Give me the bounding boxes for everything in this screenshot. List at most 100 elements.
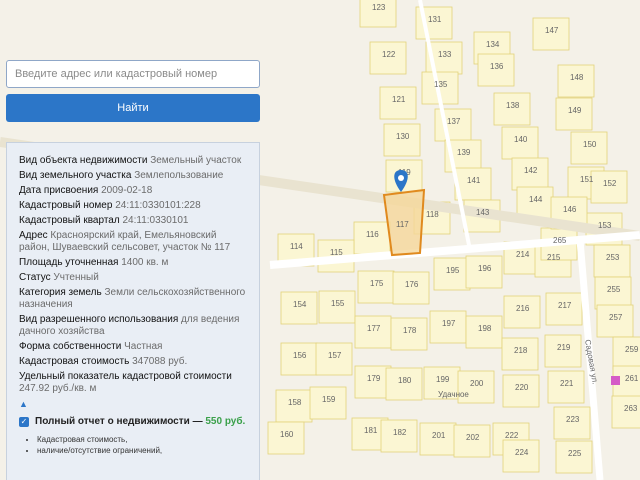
plot-number-label: 202 (466, 433, 480, 442)
street-label: Удачное (438, 390, 469, 399)
plot-number-label: 219 (557, 343, 571, 352)
row-permitted-use: Вид разрешенного использования для веден… (19, 314, 249, 338)
plot-number-label: 141 (467, 176, 481, 185)
address-value: Красноярский край, Емельяновский район, … (19, 230, 231, 253)
plot-number-label: 218 (514, 346, 528, 355)
row-object-type: Вид объекта недвижимости Земельный участ… (19, 155, 249, 167)
plot-number-label: 221 (560, 379, 574, 388)
object-type-value: Земельный участок (150, 155, 242, 166)
plot-number-label: 139 (457, 148, 471, 157)
cad-block-key: Кадастровый квартал (19, 215, 120, 226)
plot-number-label: 153 (598, 221, 612, 230)
plot-number-label: 253 (606, 253, 620, 262)
plot-number-label: 160 (280, 430, 294, 439)
permitted-use-key: Вид разрешенного использования (19, 314, 179, 325)
plot-number-label: 222 (505, 431, 519, 440)
plot-number-label: 116 (366, 230, 379, 239)
plot-number-label: 182 (393, 428, 407, 437)
plot-number-label: 130 (396, 132, 410, 141)
row-status: Статус Учтенный (19, 272, 249, 284)
plot-number-label: 265 (553, 236, 567, 245)
plot-number-label: 261 (625, 374, 639, 383)
row-category: Категория земель Земли сельскохозяйствен… (19, 287, 249, 311)
cad-value-key: Кадастровая стоимость (19, 356, 130, 367)
row-area: Площадь уточненная 1400 кв. м (19, 257, 249, 269)
row-unit-value: Удельный показатель кадастровой стоимост… (19, 371, 249, 395)
plot-number-label: 154 (293, 300, 307, 309)
report-price: 550 руб. (205, 416, 246, 427)
report-label: Полный отчет о недвижимости — (35, 416, 203, 427)
ownership-key: Форма собственности (19, 341, 122, 352)
row-cad-block: Кадастровый квартал 24:11:0330101 (19, 215, 249, 227)
cad-number-key: Кадастровый номер (19, 200, 113, 211)
unit-value-value: 247.92 руб./кв. м (19, 383, 97, 394)
plot-number-label: 148 (570, 73, 584, 82)
plot-number-label: 121 (392, 95, 406, 104)
plot-number-label: 175 (370, 279, 384, 288)
find-button[interactable]: Найти (6, 94, 260, 122)
plot-number-label: 199 (436, 375, 450, 384)
area-value: 1400 кв. м (121, 257, 169, 268)
checkbox-icon[interactable]: ✓ (19, 417, 29, 427)
plot-number-label: 181 (364, 426, 378, 435)
plot-number-label: 224 (515, 448, 529, 457)
address-key: Адрес (19, 230, 48, 241)
plot-number-label: 136 (490, 62, 504, 71)
land-type-value: Землепользование (134, 170, 224, 181)
poi-marker[interactable] (611, 376, 620, 385)
plot-number-label: 152 (603, 179, 617, 188)
row-ownership: Форма собственности Частная (19, 341, 249, 353)
plot-number-label: 177 (367, 324, 381, 333)
expand-arrow-icon[interactable]: ▲ (19, 398, 249, 410)
plot-number-label: 200 (470, 379, 484, 388)
cad-number-value: 24:11:0330101:228 (115, 200, 201, 211)
plot-number-label: 259 (625, 345, 639, 354)
row-cad-value: Кадастровая стоимость 347088 руб. (19, 356, 249, 368)
plot-number-label: 118 (426, 210, 439, 219)
plot-number-label: 158 (288, 398, 302, 407)
plot-number-label: 225 (568, 449, 582, 458)
plot-number-label: 198 (478, 324, 492, 333)
assign-date-key: Дата присвоения (19, 185, 99, 196)
plot-number-label: 159 (322, 395, 336, 404)
plot-number-label: 122 (382, 50, 396, 59)
plot-number-label: 215 (547, 253, 561, 262)
selected-plot-label: 117 (396, 220, 409, 229)
plot-number-label: 257 (609, 313, 623, 322)
plot-number-label: 138 (506, 101, 520, 110)
unit-value-key: Удельный показатель кадастровой стоимост… (19, 371, 232, 382)
plot-number-label: 144 (529, 195, 543, 204)
plot-number-label: 133 (438, 50, 452, 59)
plot-number-label: 151 (580, 175, 594, 184)
object-type-key: Вид объекта недвижимости (19, 155, 148, 166)
assign-date-value: 2009-02-18 (101, 185, 153, 196)
cad-value-value: 347088 руб. (132, 356, 188, 367)
plot-number-label: 142 (524, 166, 538, 175)
plot-number-label: 176 (405, 280, 419, 289)
plot-number-label: 147 (545, 26, 559, 35)
plot-number-label: 137 (447, 117, 461, 126)
search-input[interactable] (6, 60, 260, 88)
report-option[interactable]: ✓ Полный отчет о недвижимости — 550 руб. (19, 416, 249, 428)
plot-number-label: 140 (514, 135, 528, 144)
report-feature: наличие/отсутствие ограничений, (37, 445, 249, 456)
plot-number-label: 178 (403, 326, 417, 335)
plot-number-label: 143 (476, 208, 490, 217)
plot-number-label: 155 (331, 299, 345, 308)
plot-number-label: 214 (516, 250, 530, 259)
plot-number-label: 115 (330, 248, 343, 257)
plot-number-label: 220 (515, 383, 529, 392)
plot-number-label: 135 (434, 80, 448, 89)
plot-number-label: 146 (563, 205, 577, 214)
report-feature: Кадастровая стоимость, (37, 434, 249, 445)
info-panel: Вид объекта недвижимости Земельный участ… (6, 142, 260, 480)
area-key: Площадь уточненная (19, 257, 119, 268)
status-value: Учтенный (53, 272, 99, 283)
land-type-key: Вид земельного участка (19, 170, 132, 181)
plot-number-label: 197 (442, 319, 456, 328)
row-assign-date: Дата присвоения 2009-02-18 (19, 185, 249, 197)
plot-number-label: 263 (624, 404, 638, 413)
plot-number-label: 223 (566, 415, 580, 424)
plot-number-label: 180 (398, 376, 412, 385)
category-key: Категория земель (19, 287, 102, 298)
